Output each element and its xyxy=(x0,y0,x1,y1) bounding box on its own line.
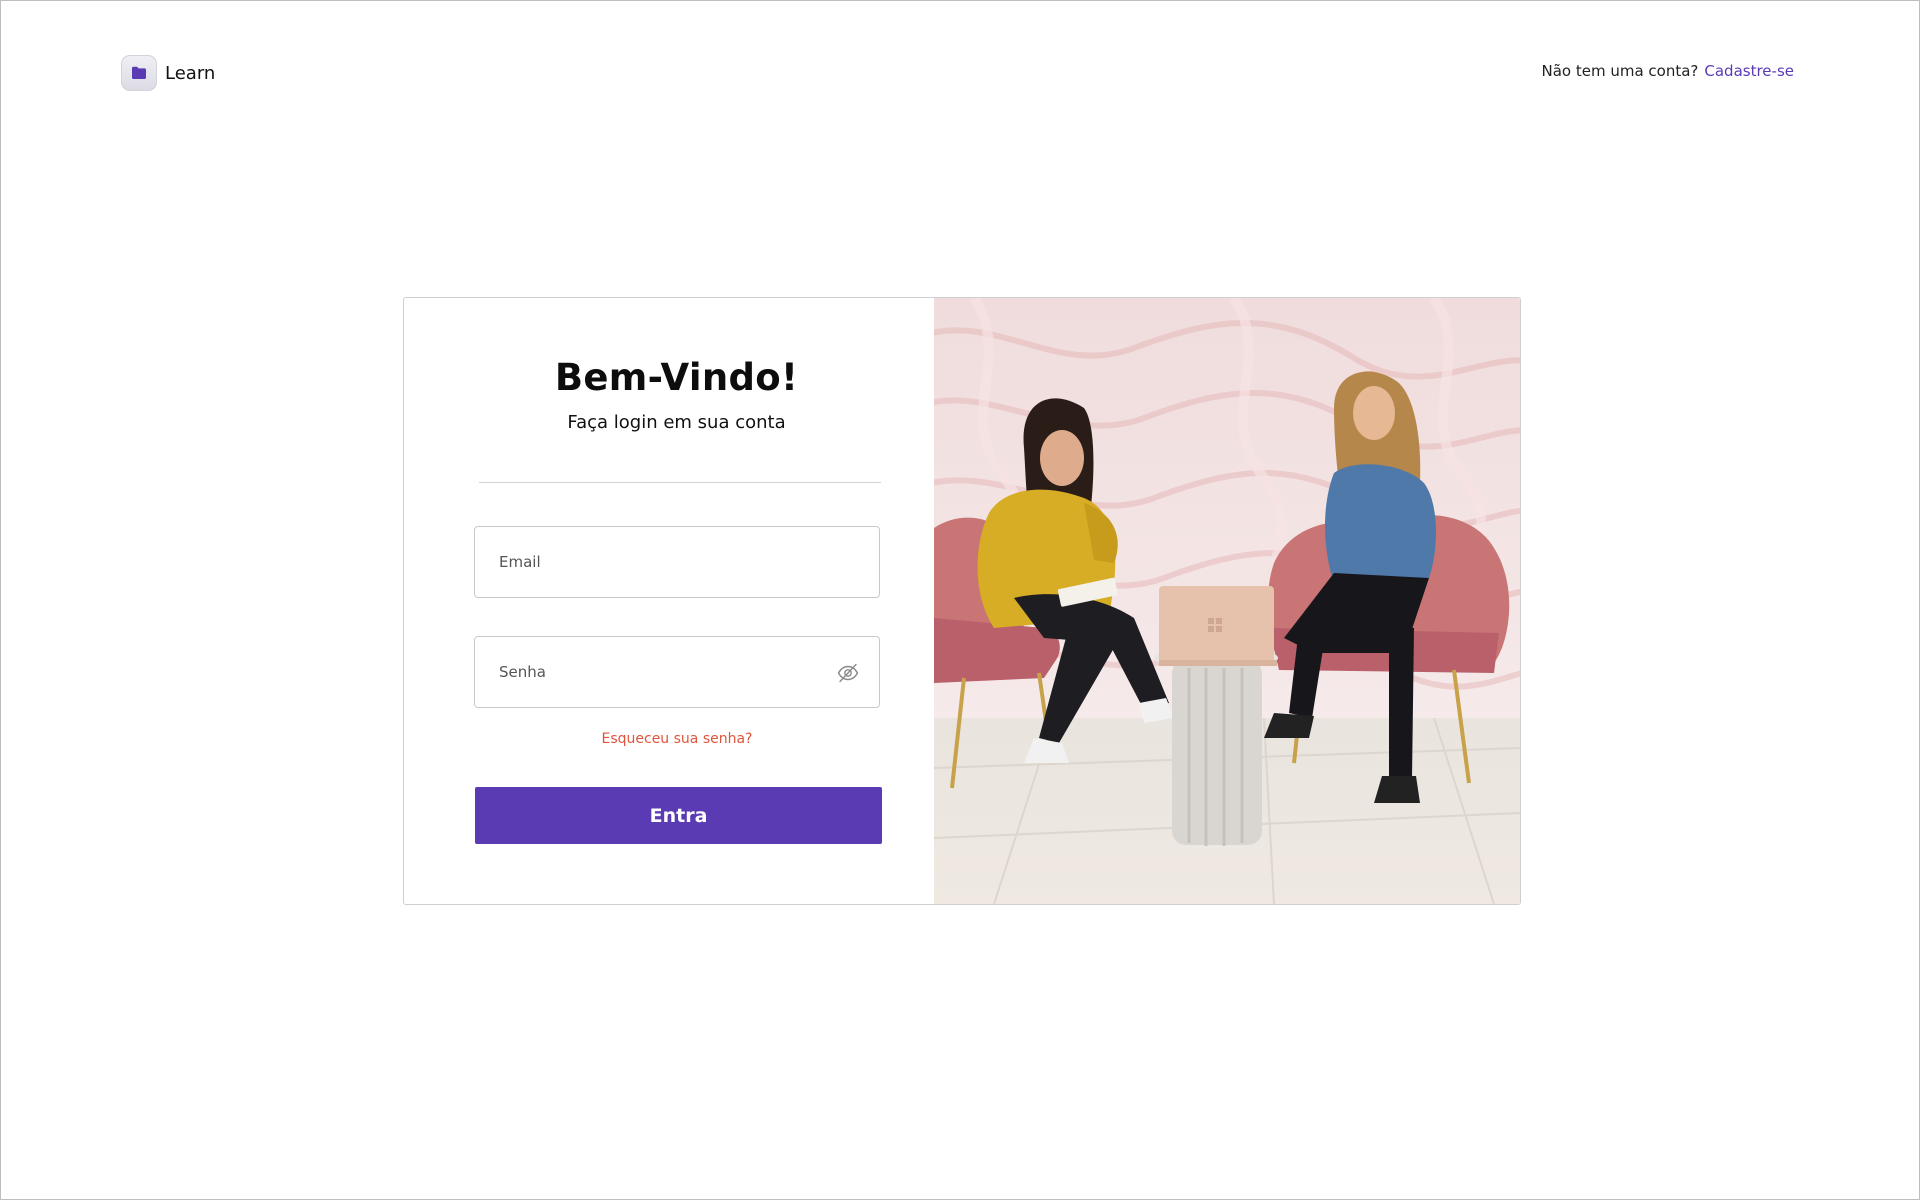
hero-photo xyxy=(934,298,1520,904)
email-field-wrapper xyxy=(474,526,880,598)
brand-logo[interactable]: Learn xyxy=(121,55,215,91)
page-subtitle: Faça login em sua conta xyxy=(567,412,786,433)
signup-link[interactable]: Cadastre-se xyxy=(1704,62,1794,80)
login-form: Bem-Vindo! Faça login em sua conta Esque… xyxy=(404,298,934,904)
signup-prompt-text: Não tem uma conta? xyxy=(1541,62,1699,80)
divider xyxy=(479,482,881,483)
eye-off-icon[interactable] xyxy=(837,663,859,683)
signup-prompt: Não tem uma conta? Cadastre-se xyxy=(1541,62,1794,80)
email-field[interactable] xyxy=(475,526,879,598)
password-field-wrapper xyxy=(474,636,880,708)
login-card: Bem-Vindo! Faça login em sua conta Esque… xyxy=(403,297,1521,905)
page-title: Bem-Vindo! xyxy=(554,356,799,399)
hero-illustration xyxy=(934,298,1520,904)
password-field[interactable] xyxy=(475,636,879,708)
login-button[interactable]: Entra xyxy=(475,787,882,844)
folder-icon xyxy=(121,55,157,91)
brand-name: Learn xyxy=(165,62,216,84)
forgot-password-link[interactable]: Esqueceu sua senha? xyxy=(474,731,880,747)
